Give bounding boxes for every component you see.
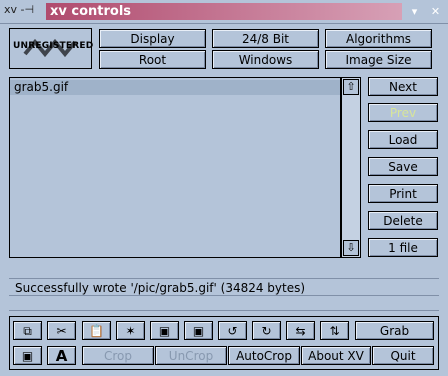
rotate-ccw-icon[interactable]: ↺ xyxy=(218,321,247,340)
grab-button[interactable]: Grab xyxy=(355,321,434,340)
square-icon[interactable]: ▣ xyxy=(13,346,42,365)
sparkle-icon[interactable]: ✶ xyxy=(116,321,145,340)
status-message: Successfully wrote '/pic/grab5.gif' (348… xyxy=(9,278,439,296)
paste-icon[interactable]: 📋 xyxy=(82,321,111,340)
display-button[interactable]: Display xyxy=(99,29,206,48)
flip-vertical-icon[interactable]: ⇅ xyxy=(320,321,349,340)
text-icon[interactable]: A xyxy=(47,346,76,365)
scroll-up-icon[interactable]: ⇧ xyxy=(343,79,359,95)
root-button[interactable]: Root xyxy=(99,50,206,69)
autocrop-button[interactable]: AutoCrop xyxy=(228,346,300,365)
prev-button[interactable]: Prev xyxy=(368,103,438,122)
rotate-right-icon[interactable]: ▣ xyxy=(184,321,213,340)
scroll-down-icon[interactable]: ⇩ xyxy=(343,240,359,256)
quit-button[interactable]: Quit xyxy=(372,346,434,365)
copy-icon[interactable]: ⧉ xyxy=(13,321,42,340)
about-xv-button[interactable]: About XV xyxy=(301,346,371,365)
delete-button[interactable]: Delete xyxy=(368,211,438,230)
window-controls: ▾ ✕ xyxy=(406,3,444,20)
next-button[interactable]: Next xyxy=(368,77,438,96)
rotate-left-icon[interactable]: ▣ xyxy=(150,321,179,340)
windows-button[interactable]: Windows xyxy=(212,50,319,69)
minimize-icon[interactable]: ▾ xyxy=(406,3,423,20)
algorithms-button[interactable]: Algorithms xyxy=(325,29,432,48)
window-menu-icon[interactable]: xv -⊣ xyxy=(4,3,44,19)
rotate-cw-icon[interactable]: ↻ xyxy=(252,321,281,340)
crop-button[interactable]: Crop xyxy=(82,346,154,365)
status-bar-secondary xyxy=(9,297,439,311)
list-item[interactable]: grab5.gif xyxy=(10,80,340,95)
uncrop-button[interactable]: UnCrop xyxy=(155,346,227,365)
file-count-button[interactable]: 1 file xyxy=(368,238,438,257)
file-listbox[interactable]: grab5.gif xyxy=(9,77,341,258)
24-8-bit-button[interactable]: 24/8 Bit xyxy=(212,29,319,48)
title-bar: xv -⊣ xv controls ▾ ✕ xyxy=(0,0,448,24)
unregistered-mark-icon xyxy=(23,38,77,58)
flip-horizontal-icon[interactable]: ⇆ xyxy=(286,321,315,340)
unregistered-badge: UNREGISTERED xyxy=(9,28,93,69)
cut-icon[interactable]: ✂ xyxy=(47,321,76,340)
image-size-button[interactable]: Image Size xyxy=(325,50,432,69)
save-button[interactable]: Save xyxy=(368,157,438,176)
print-button[interactable]: Print xyxy=(368,184,438,203)
close-icon[interactable]: ✕ xyxy=(427,3,444,20)
load-button[interactable]: Load xyxy=(368,130,438,149)
list-scrollbar[interactable]: ⇧ ⇩ xyxy=(341,77,361,258)
window-title: xv controls xyxy=(46,3,402,20)
